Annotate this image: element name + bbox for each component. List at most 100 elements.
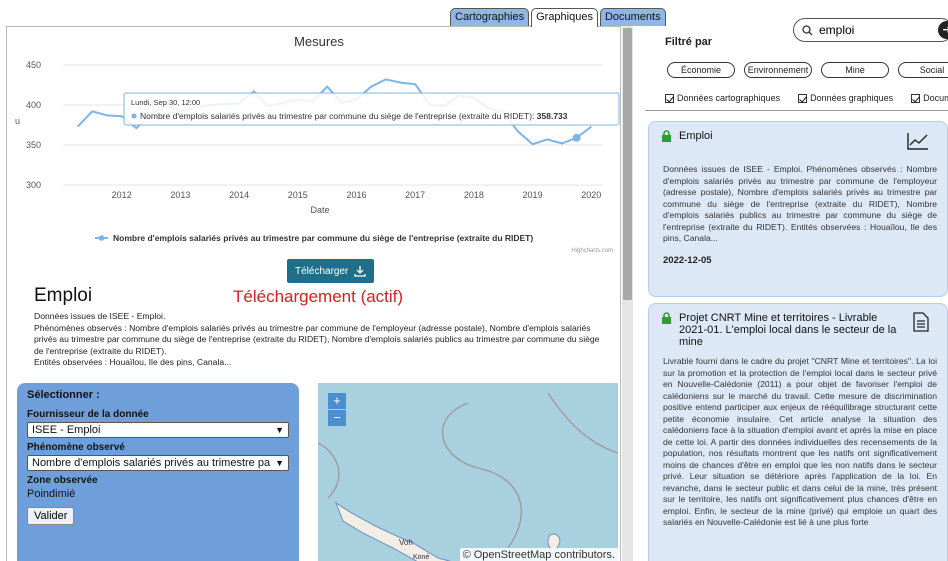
search-icon <box>802 24 813 35</box>
x-tick-label: 2014 <box>229 190 249 200</box>
phenomenon-label: Phénomène observé <box>27 442 125 453</box>
download-icon <box>354 266 367 277</box>
line-chart: Mesures 300350400450 2012 2013 2014 2015 201… <box>15 34 620 254</box>
download-label: Télécharger <box>295 265 349 277</box>
x-tick-label: 2019 <box>523 190 543 200</box>
tooltip-marker <box>131 113 137 119</box>
search-box[interactable]: ➜ <box>793 18 948 42</box>
y-tick-label: 350 <box>26 140 41 150</box>
line-chart-icon <box>907 133 928 150</box>
chart-legend[interactable]: Nombre d'emplois salariés privés au trim… <box>95 233 533 243</box>
x-tick-label: 2013 <box>170 190 190 200</box>
zone-label: Zone observée <box>27 475 98 486</box>
map-label-kone: Koné <box>413 554 429 561</box>
map-attribution[interactable]: © OpenStreetMap contributors. <box>459 548 618 561</box>
tab-graphiques[interactable]: Graphiques <box>531 8 598 27</box>
provider-value: ISEE - Emploi <box>32 424 101 436</box>
validate-button[interactable]: Valider <box>27 507 75 525</box>
card-body: Données issues de ISEE - Emploi. Phénomè… <box>663 164 937 243</box>
checkbox-checked[interactable] <box>798 93 808 103</box>
map-zoom-in-button[interactable]: + <box>328 393 346 409</box>
map-zoom-out-button[interactable]: − <box>328 410 346 426</box>
legend-label: Nombre d'emplois salariés privés au trim… <box>113 233 533 243</box>
tab-cartographies[interactable]: Cartographies <box>450 8 530 26</box>
app-window: Cartographies Graphiques Documents Mesur… <box>0 0 948 561</box>
chart-title: Mesures <box>294 34 344 49</box>
map-label-voh: Voh <box>399 538 413 547</box>
data-type-checkboxes: Données cartographiques Données graphiqu… <box>665 93 948 103</box>
check-label: Documents <box>923 93 948 103</box>
dataset-description: Données issues de ISEE - Emploi. Phénomè… <box>34 311 604 369</box>
download-status-note: Téléchargement (actif) <box>233 287 404 306</box>
zone-value: Poindimié <box>27 488 76 500</box>
result-card[interactable]: Emploi Données issues de ISEE - Emploi. … <box>648 121 948 297</box>
tooltip-text: Nombre d'emplois salariés privés au trim… <box>140 111 568 121</box>
lock-icon <box>662 130 671 142</box>
filter-divider <box>645 110 948 111</box>
document-icon <box>913 312 929 332</box>
search-input[interactable] <box>819 23 919 37</box>
select-heading: Sélectionner : <box>27 389 100 401</box>
chip-mine[interactable]: Mine <box>821 62 889 78</box>
tab-bar: Cartographies Graphiques Documents <box>450 8 666 27</box>
checkbox-checked[interactable] <box>665 93 674 103</box>
download-button[interactable]: Télécharger <box>287 259 375 283</box>
card-body: Livrable fourni dans le cadre du projet … <box>663 356 937 527</box>
x-axis-ticks: 2012 2013 2014 2015 2016 2017 2018 2019 2020 <box>112 190 602 200</box>
scroll-thumb[interactable] <box>623 28 632 300</box>
dataset-desc-line: Données issues de ISEE - Emploi. <box>34 311 166 321</box>
content-frame: Mesures 300 350 400 450 2012 2013 2014 2015 201… <box>6 26 621 561</box>
left-panel: Cartographies Graphiques Documents Mesur… <box>0 0 666 561</box>
filter-title: Filtré par <box>665 36 713 48</box>
map-view[interactable]: Voh Koné + − © OpenStreetMap contributor… <box>318 383 618 561</box>
filter-chips: Économie Environnement Mine Social <box>667 62 948 78</box>
left-scrollbar[interactable] <box>622 26 633 561</box>
right-panel: ➜ Filtré par Économie Environnement Mine… <box>645 0 948 561</box>
series-points <box>572 133 581 142</box>
result-card[interactable]: Projet CNRT Mine et territoires - Livrab… <box>648 303 948 561</box>
card-title: Projet CNRT Mine et territoires - Livrab… <box>679 312 897 348</box>
x-tick-label: 2018 <box>464 190 484 200</box>
y-axis-ticks: 300 350 400 450 <box>26 60 41 190</box>
x-tick-label: 2020 <box>581 190 601 200</box>
check-graphic[interactable]: Données graphiques <box>798 93 893 103</box>
dataset-desc-line: Entités observées : Houaïlou, Ile des pi… <box>34 357 232 367</box>
chip-economie[interactable]: Économie <box>667 62 735 78</box>
card-date: 2022-12-05 <box>663 254 712 266</box>
search-submit-arrow-icon[interactable]: ➜ <box>938 21 948 39</box>
chip-social[interactable]: Social <box>898 62 948 78</box>
phenomenon-select[interactable]: Nombre d'emplois salariés privés au trim… <box>27 455 289 471</box>
chip-environnement[interactable]: Environnement <box>744 62 812 78</box>
check-documents[interactable]: Documents <box>911 93 948 103</box>
chevron-down-icon: ▼ <box>275 458 284 468</box>
x-axis-label: Date <box>310 205 329 215</box>
chart-tooltip: Lundi, Sep 30, 12:00 Nombre d'emplois sa… <box>123 92 620 126</box>
x-tick-label: 2016 <box>346 190 366 200</box>
provider-select[interactable]: ISEE - Emploi ▼ <box>27 422 289 438</box>
tooltip-value: 358.733 <box>537 111 568 121</box>
select-panel: Sélectionner : Fournisseur de la donnée … <box>17 383 299 561</box>
card-title: Emploi <box>679 130 713 142</box>
y-axis-label: u <box>15 116 20 126</box>
tooltip-series: Nombre d'emplois salariés privés au trim… <box>140 111 534 121</box>
dataset-title: Emploi <box>34 285 93 306</box>
y-tick-label: 400 <box>26 100 41 110</box>
map-canvas: Voh Koné <box>318 392 618 561</box>
provider-label: Fournisseur de la donnée <box>27 409 149 420</box>
tab-documents[interactable]: Documents <box>599 8 666 26</box>
check-label: Données graphiques <box>810 93 894 103</box>
checkbox-checked[interactable] <box>911 93 921 103</box>
tooltip-date: Lundi, Sep 30, 12:00 <box>131 98 200 107</box>
check-label: Données cartographiques <box>677 93 781 103</box>
chart-credit[interactable]: Highcharts.com <box>571 248 613 254</box>
data-point[interactable] <box>572 133 581 142</box>
chevron-down-icon: ▼ <box>275 425 284 435</box>
x-tick-label: 2015 <box>288 190 308 200</box>
y-tick-label: 300 <box>26 180 41 190</box>
dataset-desc-line: Phénomènes observés : Nombre d'emplois s… <box>34 322 600 356</box>
x-tick-label: 2017 <box>405 190 425 200</box>
y-tick-label: 450 <box>26 60 41 70</box>
x-tick-label: 2012 <box>112 190 132 200</box>
check-cartographic[interactable]: Données cartographiques <box>665 93 780 103</box>
lock-icon <box>662 312 671 324</box>
